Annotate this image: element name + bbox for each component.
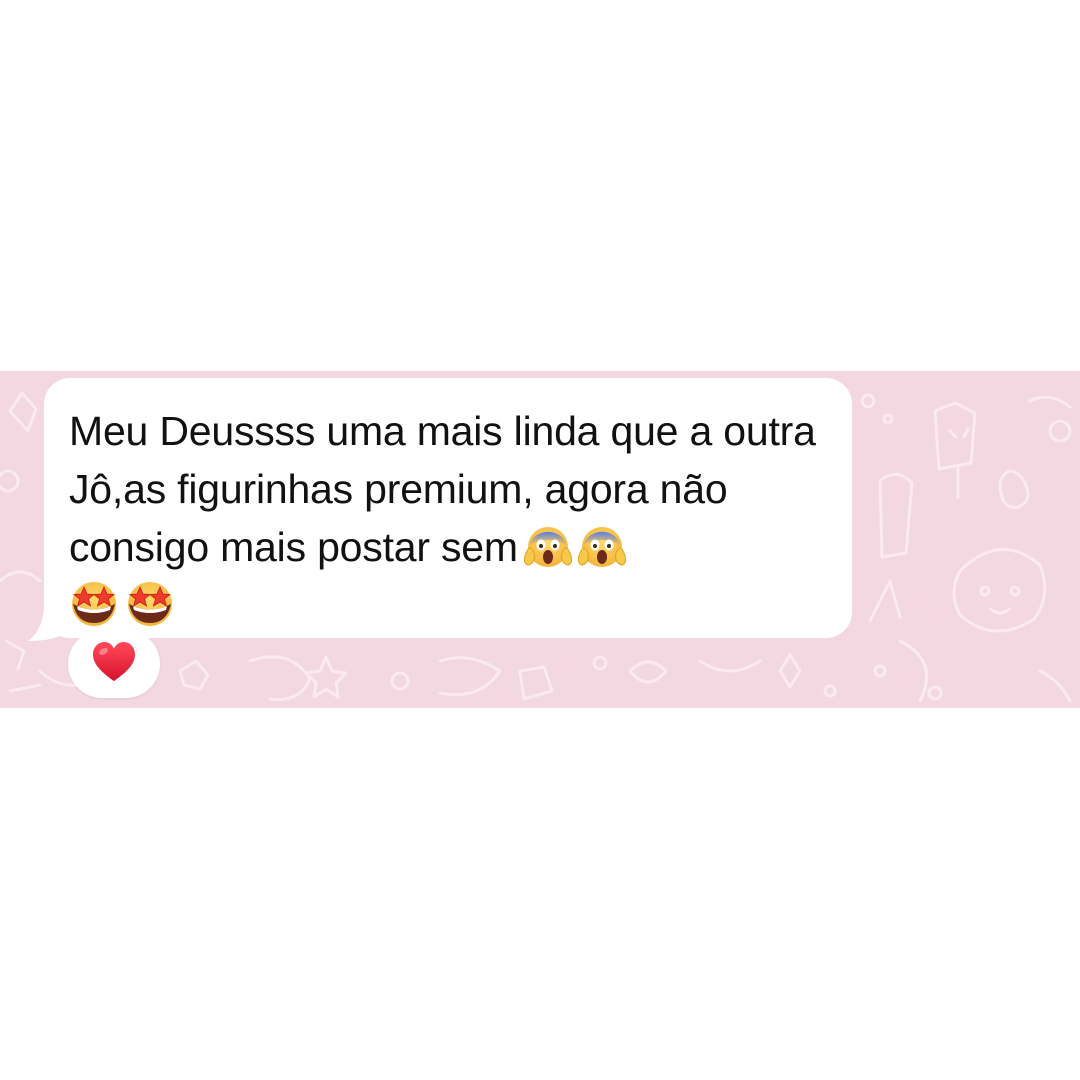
message-bubble[interactable]: Meu Deussss uma mais linda que a outra J… bbox=[44, 378, 852, 638]
message-text-content: Meu Deussss uma mais linda que a outra J… bbox=[69, 408, 827, 570]
chat-background: Meu Deussss uma mais linda que a outra J… bbox=[0, 371, 1080, 708]
star-struck-icon bbox=[125, 579, 175, 629]
face-screaming-in-fear-icon bbox=[577, 523, 626, 571]
star-struck-icon bbox=[69, 579, 119, 629]
message-text: Meu Deussss uma mais linda que a outra J… bbox=[69, 402, 832, 634]
face-screaming-in-fear-icon bbox=[523, 523, 572, 571]
reaction-pill[interactable] bbox=[68, 630, 160, 698]
red-heart-icon bbox=[91, 641, 137, 688]
screenshot-canvas: Meu Deussss uma mais linda que a outra J… bbox=[0, 0, 1080, 1080]
